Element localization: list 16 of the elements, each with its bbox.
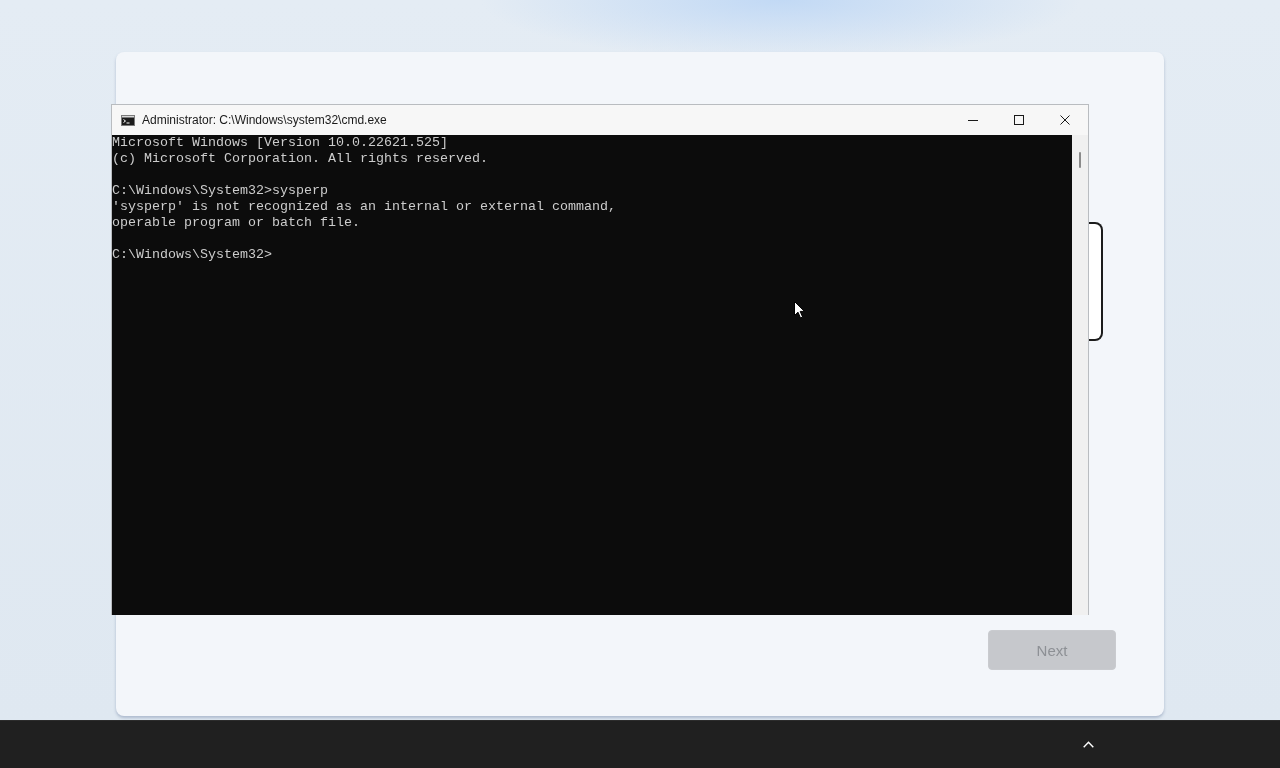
window-title: Administrator: C:\Windows\system32\cmd.exe xyxy=(142,113,387,127)
console-line: Microsoft Windows [Version 10.0.22621.525] xyxy=(112,135,448,151)
scrollbar-track[interactable] xyxy=(1072,135,1088,615)
option-card[interactable] xyxy=(1089,222,1103,341)
console-line: 'sysperp' is not recognized as an internal or external command, xyxy=(112,199,616,215)
chevron-up-icon xyxy=(1082,741,1094,748)
terminal-icon xyxy=(121,114,135,126)
console-line: operable program or batch file. xyxy=(112,215,360,231)
maximize-icon xyxy=(1014,115,1024,125)
scrollbar-thumb[interactable] xyxy=(1079,152,1081,168)
close-icon xyxy=(1060,115,1070,125)
console-line: C:\Windows\System32>sysperp xyxy=(112,183,328,199)
mouse-pointer-icon xyxy=(794,301,805,319)
console-line: C:\Windows\System32> xyxy=(112,247,272,263)
console-line: (c) Microsoft Corporation. All rights reserved. xyxy=(112,151,488,167)
minimize-icon xyxy=(968,119,978,121)
